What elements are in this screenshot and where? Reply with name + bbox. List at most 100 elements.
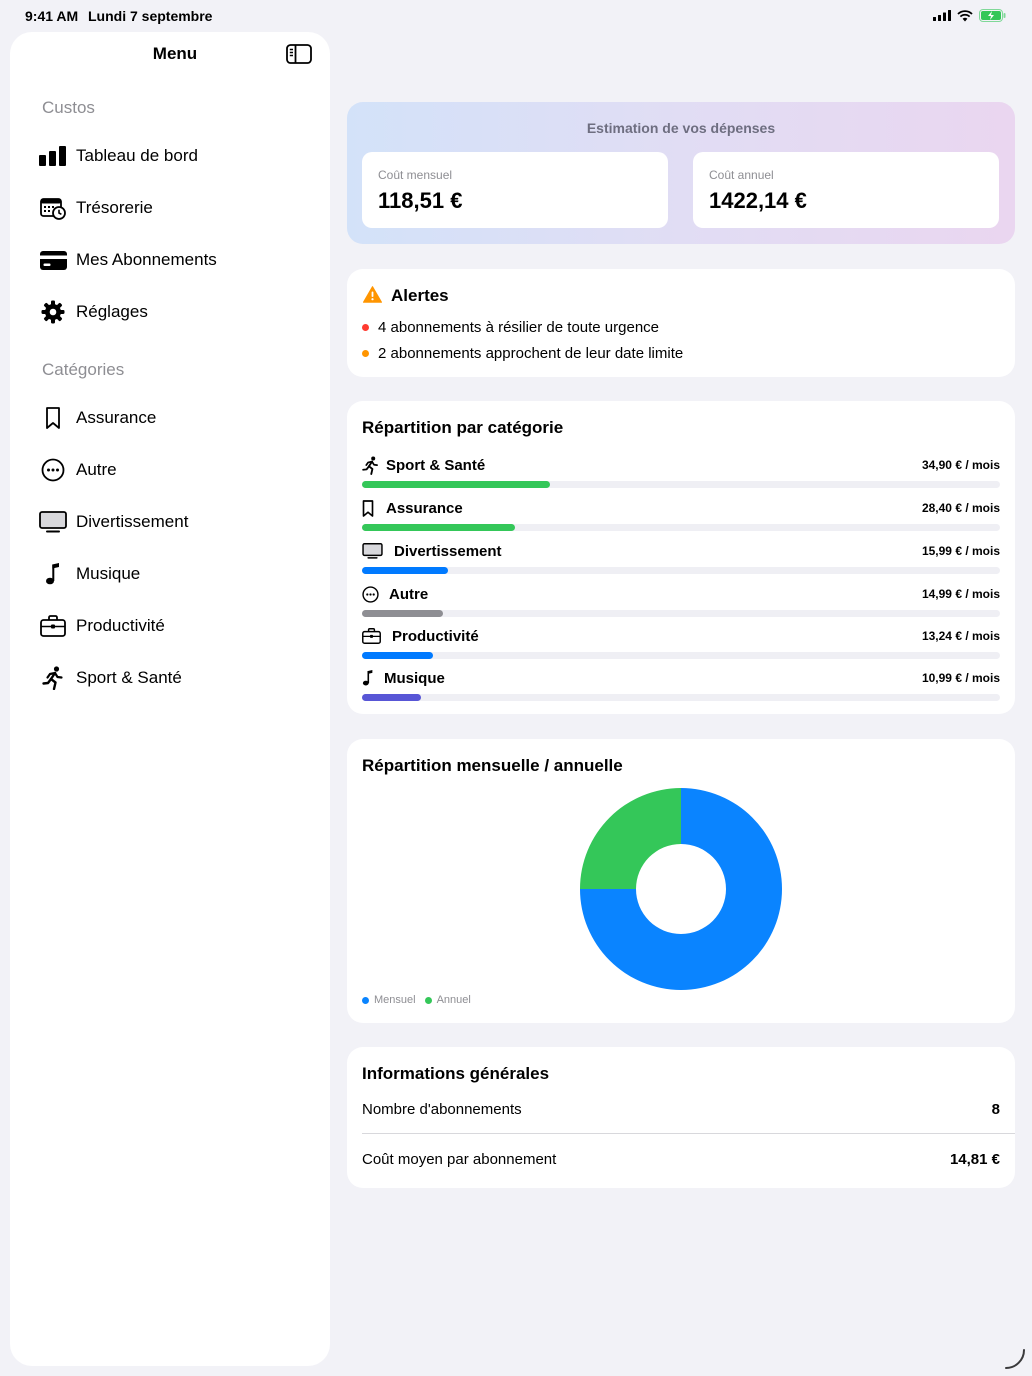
alert-item: 2 abonnements approchent de leur date li…	[362, 345, 683, 362]
sidebar-item-musique[interactable]: Musique	[30, 552, 320, 596]
sidebar-item-productivite[interactable]: Productivité	[30, 604, 320, 648]
sidebar-item-label: Productivité	[76, 616, 165, 635]
category-row-sport-sante[interactable]: Sport & Santé 34,90 € / mois	[362, 454, 1000, 494]
ellipsis-circle-icon	[362, 583, 387, 605]
figure-run-icon	[362, 454, 384, 476]
sidebar-item-label: Tableau de bord	[76, 146, 198, 165]
estimate-card: Estimation de vos dépenses Coût mensuel …	[347, 102, 1015, 244]
category-name: Musique	[384, 669, 445, 687]
category-bar-track	[362, 694, 1000, 701]
sidebar-item-label: Divertissement	[76, 512, 189, 531]
category-amount: 28,40 € / mois	[921, 501, 1000, 515]
info-value: 8	[991, 1101, 1000, 1118]
info-label: Nombre d'abonnements	[362, 1101, 522, 1118]
legend-dot	[424, 996, 432, 1004]
monthly-cost-label: Coût mensuel	[378, 168, 453, 182]
info-row-count: Nombre d'abonnements 8	[362, 1101, 1000, 1118]
sidebar-item-tableau-de-bord[interactable]: Tableau de bord	[30, 134, 320, 178]
legend-label: Mensuel	[374, 994, 416, 1006]
sidebar-toggle-icon[interactable]	[286, 44, 312, 64]
category-bar-fill	[362, 567, 449, 574]
category-row-autre[interactable]: Autre 14,99 € / mois	[362, 583, 1000, 623]
estimate-title: Estimation de vos dépenses	[586, 120, 776, 136]
donut-slice-annuel	[580, 788, 681, 889]
sidebar-item-sport-sante[interactable]: Sport & Santé	[30, 656, 320, 700]
info-label: Coût moyen par abonnement	[362, 1151, 557, 1168]
categories-card: Répartition par catégorie Sport & Santé …	[347, 401, 1015, 714]
sidebar-item-tresorerie[interactable]: Trésorerie	[30, 186, 320, 230]
legend-item-mensuel: Mensuel	[362, 994, 416, 1006]
ellipsis-circle-icon	[30, 448, 76, 492]
category-row-assurance[interactable]: Assurance 28,40 € / mois	[362, 497, 1000, 537]
info-value: 14,81 €	[949, 1151, 1000, 1168]
category-name: Divertissement	[394, 542, 502, 560]
category-row-musique[interactable]: Musique 10,99 € / mois	[362, 667, 1000, 707]
status-time: 9:41 AM	[25, 8, 79, 24]
cellular-signal-icon	[933, 10, 951, 21]
warning-triangle-icon	[363, 286, 382, 303]
category-bar-track	[362, 567, 1000, 574]
section-header-categories: Catégories	[42, 360, 125, 379]
category-name: Assurance	[386, 499, 463, 517]
status-bar: 9:41 AM Lundi 7 septembre	[0, 0, 1032, 32]
category-row-productivite[interactable]: Productivité 13,24 € / mois	[362, 625, 1000, 665]
category-bar-fill	[362, 524, 515, 531]
category-amount: 14,99 € / mois	[921, 587, 1000, 601]
legend-label: Annuel	[436, 994, 471, 1006]
sidebar-item-label: Sport & Santé	[76, 668, 182, 687]
sidebar-item-mes-abonnements[interactable]: Mes Abonnements	[30, 238, 320, 282]
annual-cost-box: Coût annuel 1422,14 €	[693, 152, 999, 228]
sidebar-item-label: Trésorerie	[76, 198, 153, 217]
calendar-clock-icon	[30, 186, 76, 230]
category-bar-fill	[362, 694, 422, 701]
category-bar-fill	[362, 652, 434, 659]
info-card: Informations générales Nombre d'abonneme…	[347, 1047, 1015, 1188]
category-bar-track	[362, 524, 1000, 531]
alert-item: 4 abonnements à résilier de toute urgenc…	[362, 319, 659, 336]
sidebar-item-divertissement[interactable]: Divertissement	[30, 500, 320, 544]
info-title: Informations générales	[362, 1064, 550, 1083]
alerts-card: Alertes 4 abonnements à résilier de tout…	[347, 269, 1015, 377]
display-icon	[362, 540, 392, 562]
sidebar-item-autre[interactable]: Autre	[30, 448, 320, 492]
alert-text: 4 abonnements à résilier de toute urgenc…	[378, 319, 660, 336]
info-row-average: Coût moyen par abonnement 14,81 €	[362, 1151, 1000, 1168]
resize-handle-icon[interactable]	[1004, 1348, 1026, 1370]
sidebar-item-label: Autre	[76, 460, 117, 479]
chart-legend: Mensuel Annuel	[362, 994, 480, 1006]
sidebar-item-label: Assurance	[76, 408, 157, 427]
status-icons	[933, 9, 1006, 22]
category-bar-track	[362, 652, 1000, 659]
briefcase-icon	[30, 604, 76, 648]
category-row-divertissement[interactable]: Divertissement 15,99 € / mois	[362, 540, 1000, 580]
alerts-title: Alertes	[391, 286, 449, 305]
category-amount: 13,24 € / mois	[921, 629, 1000, 643]
sidebar-item-label: Mes Abonnements	[76, 250, 217, 269]
info-divider	[362, 1133, 1015, 1134]
category-name: Productivité	[392, 627, 479, 645]
bookmark-icon	[362, 497, 384, 519]
alert-text: 2 abonnements approchent de leur date li…	[378, 345, 684, 362]
sidebar-item-label: Réglages	[76, 302, 148, 321]
section-header-custos: Custos	[42, 98, 95, 117]
sidebar: Menu Custos Tableau de bord Trésorerie M…	[10, 32, 330, 1366]
gear-icon	[30, 290, 76, 334]
category-amount: 10,99 € / mois	[921, 671, 1000, 685]
annual-cost-value: 1422,14 €	[709, 188, 807, 213]
sidebar-item-label: Musique	[76, 564, 141, 583]
category-bar-fill	[362, 481, 550, 488]
credit-card-icon	[30, 238, 76, 282]
category-amount: 34,90 € / mois	[921, 458, 1000, 472]
donut-chart	[580, 788, 782, 990]
category-bar-track	[362, 610, 1000, 617]
battery-charging-icon	[979, 9, 1006, 22]
sidebar-item-assurance[interactable]: Assurance	[30, 396, 320, 440]
wifi-icon	[957, 9, 973, 21]
legend-item-annuel: Annuel	[424, 994, 471, 1006]
alert-dot-orange	[362, 350, 369, 357]
sidebar-item-reglages[interactable]: Réglages	[30, 290, 320, 334]
legend-dot	[362, 996, 369, 1004]
category-name: Sport & Santé	[386, 456, 486, 474]
chart-bar-icon	[30, 134, 76, 178]
status-date: Lundi 7 septembre	[88, 8, 213, 24]
